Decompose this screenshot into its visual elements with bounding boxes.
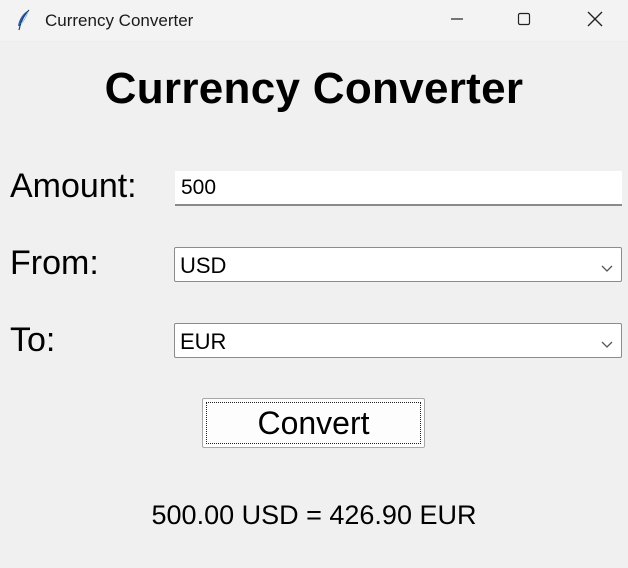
amount-label: Amount:: [10, 167, 137, 205]
maximize-icon: [516, 11, 532, 32]
feather-icon: [14, 9, 34, 31]
window-title: Currency Converter: [45, 11, 194, 30]
convert-button-label: Convert: [257, 404, 370, 441]
title-bar[interactable]: Currency Converter: [0, 0, 628, 42]
convert-button[interactable]: Convert: [202, 398, 425, 448]
maximize-button[interactable]: [489, 0, 559, 42]
from-currency-value: USD: [180, 253, 227, 278]
conversion-result: 500.00 USD = 426.90 EUR: [151, 500, 477, 530]
to-currency-select[interactable]: EUR: [174, 323, 622, 358]
amount-input[interactable]: [175, 171, 622, 206]
app-window: Currency Converter Currency Converter Am…: [0, 0, 628, 568]
chevron-down-icon[interactable]: [601, 336, 613, 348]
close-icon: [586, 10, 604, 33]
to-currency-value: EUR: [180, 329, 227, 354]
minimize-button[interactable]: [422, 0, 492, 42]
page-title: Currency Converter: [104, 64, 524, 113]
from-label: From:: [10, 244, 99, 282]
to-label: To:: [10, 321, 56, 359]
chevron-down-icon[interactable]: [601, 260, 613, 272]
minimize-icon: [449, 11, 465, 32]
from-currency-select[interactable]: USD: [174, 247, 622, 282]
close-button[interactable]: [560, 0, 628, 42]
